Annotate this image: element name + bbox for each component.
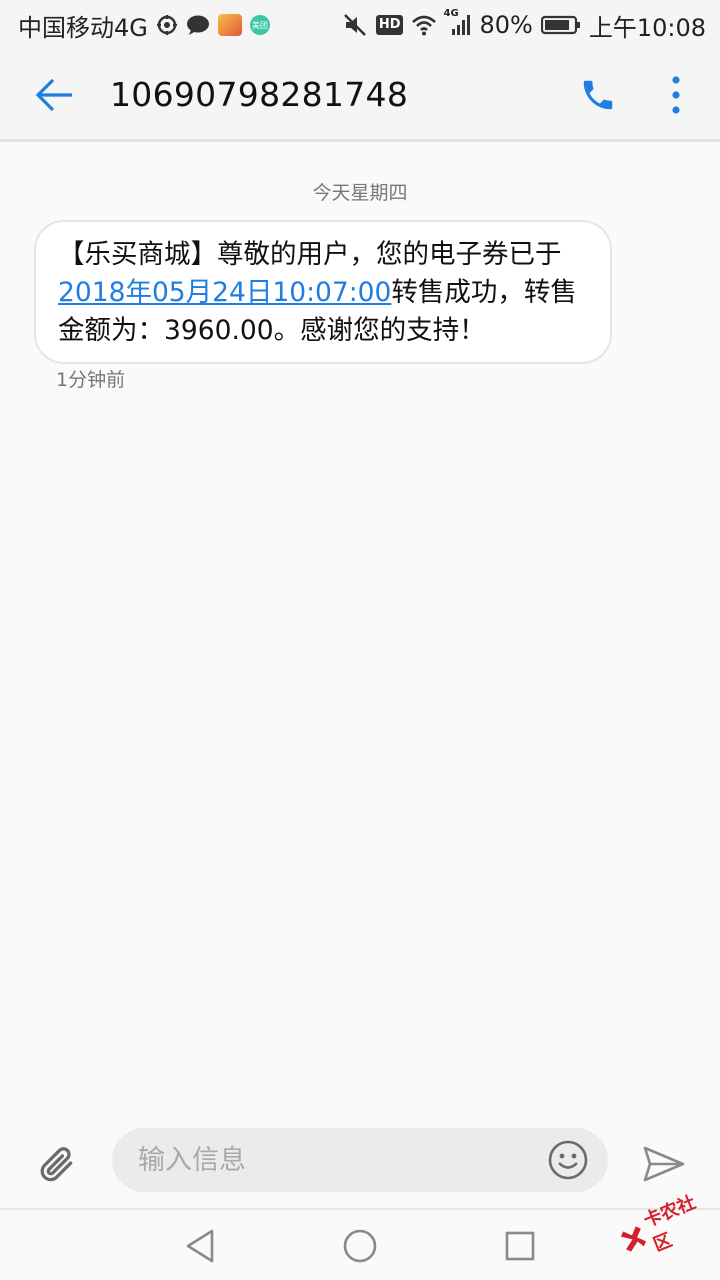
send-icon — [643, 1146, 685, 1182]
attach-button[interactable] — [28, 1136, 84, 1192]
back-button[interactable] — [0, 49, 110, 141]
arrow-left-icon — [35, 78, 72, 111]
triangle-back-icon — [186, 1229, 214, 1263]
battery-percent: 80% — [479, 11, 533, 39]
app-notification-icon — [217, 14, 242, 36]
watermark-text: 卡农社区 — [640, 1192, 699, 1256]
message-input-container — [112, 1128, 608, 1192]
app-bar: 10690798281748 — [0, 50, 720, 142]
hd-voice-icon: HD — [375, 15, 404, 35]
mute-icon — [342, 13, 368, 37]
clock: 上午10:08 — [588, 13, 706, 42]
message-timestamp: 1分钟前 — [56, 369, 126, 391]
message-input[interactable] — [138, 1138, 544, 1182]
status-left: 中国移动4G 美团 — [18, 8, 270, 43]
messaging-screen: 中国移动4G 美团 HD 4G 80% 上午10:08 106907982817… — [0, 0, 720, 1280]
message-text-before: 【乐买商城】尊敬的用户，您的电子券已于 — [58, 239, 562, 270]
message-bubble[interactable]: 【乐买商城】尊敬的用户，您的电子券已于2018年05月24日10:07:00转售… — [34, 220, 612, 364]
message-date-link[interactable]: 2018年05月24日10:07:00 — [58, 277, 391, 308]
battery-icon — [540, 14, 581, 36]
cellular-signal-icon: 4G — [443, 8, 471, 36]
smiley-icon — [548, 1140, 588, 1180]
status-right: HD 4G 80% 上午10:08 — [342, 8, 706, 43]
meituan-notification-icon: 美团 — [249, 15, 270, 35]
emoji-button[interactable] — [544, 1136, 592, 1184]
status-bar: 中国移动4G 美团 HD 4G 80% 上午10:08 — [0, 0, 720, 50]
network-type-label: 4G — [443, 8, 459, 19]
more-options-button[interactable] — [646, 49, 706, 141]
nav-back-button[interactable] — [176, 1222, 224, 1270]
circle-home-icon — [343, 1229, 377, 1263]
square-recents-icon — [505, 1231, 535, 1261]
conversation-title: 10690798281748 — [110, 75, 409, 114]
compose-bar — [0, 1118, 720, 1208]
chat-bubble-icon — [186, 14, 210, 36]
call-button[interactable] — [568, 49, 628, 141]
location-target-icon — [156, 14, 178, 36]
paperclip-icon — [40, 1147, 73, 1182]
carrier-label: 中国移动4G — [18, 13, 148, 42]
phone-icon — [583, 80, 613, 109]
nav-home-button[interactable] — [336, 1222, 384, 1270]
date-divider: 今天星期四 — [312, 182, 408, 204]
more-vertical-icon — [672, 75, 680, 114]
wifi-icon — [411, 14, 437, 36]
nav-recents-button[interactable] — [496, 1222, 544, 1270]
